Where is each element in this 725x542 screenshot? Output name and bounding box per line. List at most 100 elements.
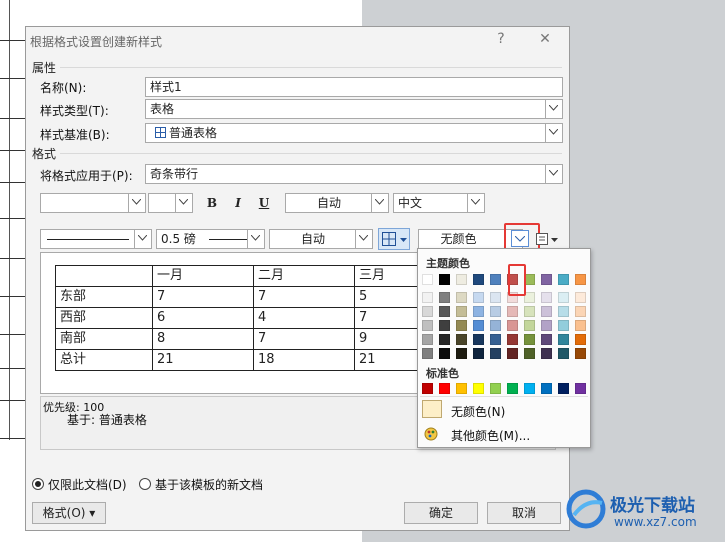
- standard-color-swatch[interactable]: [490, 383, 501, 394]
- chevron-down-icon[interactable]: [371, 194, 388, 212]
- standard-color-swatch[interactable]: [473, 383, 484, 394]
- chevron-down-icon[interactable]: [134, 230, 151, 248]
- font-select[interactable]: [40, 193, 146, 213]
- help-button[interactable]: ?: [490, 29, 512, 49]
- chevron-down-icon[interactable]: [128, 194, 145, 212]
- base-select[interactable]: 普通表格: [145, 123, 563, 143]
- theme-shade-swatch[interactable]: [541, 306, 552, 317]
- theme-shade-swatch[interactable]: [524, 348, 535, 359]
- theme-shade-swatch[interactable]: [507, 334, 518, 345]
- border-width-select[interactable]: 0.5 磅: [156, 229, 265, 249]
- radio-this-document-label[interactable]: 仅限此文档(D): [48, 476, 127, 493]
- standard-color-swatch[interactable]: [541, 383, 552, 394]
- close-button[interactable]: ✕: [534, 29, 556, 49]
- standard-color-swatch[interactable]: [575, 383, 586, 394]
- theme-shade-swatch[interactable]: [473, 306, 484, 317]
- more-colors-option[interactable]: 其他颜色(M)...: [451, 427, 530, 444]
- theme-shade-swatch[interactable]: [524, 334, 535, 345]
- shading-dropdown-button[interactable]: [511, 230, 529, 247]
- chevron-down-icon[interactable]: [175, 194, 192, 212]
- underline-button[interactable]: U: [254, 193, 274, 213]
- theme-shade-swatch[interactable]: [541, 334, 552, 345]
- theme-color-swatch[interactable]: [422, 274, 433, 285]
- theme-shade-swatch[interactable]: [575, 348, 586, 359]
- theme-shade-swatch[interactable]: [473, 320, 484, 331]
- chevron-down-icon[interactable]: [467, 194, 484, 212]
- theme-shade-swatch[interactable]: [558, 306, 569, 317]
- standard-color-swatch[interactable]: [439, 383, 450, 394]
- theme-shade-swatch[interactable]: [524, 306, 535, 317]
- theme-color-swatch[interactable]: [456, 274, 467, 285]
- language-select[interactable]: 中文: [393, 193, 485, 213]
- theme-shade-swatch[interactable]: [439, 334, 450, 345]
- theme-color-swatch[interactable]: [439, 274, 450, 285]
- theme-color-swatch[interactable]: [490, 274, 501, 285]
- standard-color-swatch[interactable]: [456, 383, 467, 394]
- theme-shade-swatch[interactable]: [473, 334, 484, 345]
- theme-shade-swatch[interactable]: [507, 306, 518, 317]
- type-select[interactable]: 表格: [145, 99, 563, 119]
- name-input[interactable]: 样式1: [145, 77, 563, 97]
- font-size-select[interactable]: [148, 193, 193, 213]
- radio-this-document[interactable]: [32, 478, 44, 490]
- theme-shade-swatch[interactable]: [439, 320, 450, 331]
- theme-shade-swatch[interactable]: [507, 348, 518, 359]
- theme-shade-swatch[interactable]: [524, 320, 535, 331]
- theme-shade-swatch[interactable]: [490, 348, 501, 359]
- theme-shade-swatch[interactable]: [575, 334, 586, 345]
- no-color-swatch[interactable]: [422, 400, 442, 418]
- radio-template-label[interactable]: 基于该模板的新文档: [155, 476, 263, 493]
- ok-button[interactable]: 确定: [404, 502, 478, 524]
- theme-shade-swatch[interactable]: [541, 292, 552, 303]
- theme-shade-swatch[interactable]: [490, 292, 501, 303]
- theme-shade-swatch[interactable]: [456, 348, 467, 359]
- chevron-down-icon[interactable]: [247, 230, 264, 248]
- italic-button[interactable]: I: [228, 193, 248, 213]
- font-color-select[interactable]: 自动: [285, 193, 389, 213]
- theme-color-swatch[interactable]: [558, 274, 569, 285]
- theme-shade-swatch[interactable]: [439, 306, 450, 317]
- theme-shade-swatch[interactable]: [490, 334, 501, 345]
- theme-shade-swatch[interactable]: [507, 320, 518, 331]
- theme-shade-swatch[interactable]: [422, 320, 433, 331]
- theme-shade-swatch[interactable]: [558, 334, 569, 345]
- bold-button[interactable]: B: [202, 193, 222, 213]
- format-menu-button[interactable]: 格式(O) ▾: [32, 502, 106, 524]
- theme-shade-swatch[interactable]: [456, 292, 467, 303]
- theme-shade-swatch[interactable]: [541, 348, 552, 359]
- radio-template[interactable]: [139, 478, 151, 490]
- theme-shade-swatch[interactable]: [490, 306, 501, 317]
- theme-shade-swatch[interactable]: [575, 306, 586, 317]
- standard-color-swatch[interactable]: [524, 383, 535, 394]
- apply-select[interactable]: 奇条带行: [145, 164, 563, 184]
- theme-shade-swatch[interactable]: [575, 292, 586, 303]
- theme-color-swatch[interactable]: [473, 274, 484, 285]
- theme-shade-swatch[interactable]: [558, 348, 569, 359]
- theme-color-swatch[interactable]: [541, 274, 552, 285]
- standard-color-swatch[interactable]: [422, 383, 433, 394]
- standard-color-swatch[interactable]: [558, 383, 569, 394]
- align-button[interactable]: [534, 230, 564, 248]
- theme-shade-swatch[interactable]: [456, 334, 467, 345]
- theme-shade-swatch[interactable]: [422, 292, 433, 303]
- border-color-select[interactable]: 自动: [269, 229, 373, 249]
- theme-shade-swatch[interactable]: [439, 348, 450, 359]
- theme-shade-swatch[interactable]: [422, 306, 433, 317]
- theme-shade-swatch[interactable]: [456, 306, 467, 317]
- theme-shade-swatch[interactable]: [541, 320, 552, 331]
- theme-shade-swatch[interactable]: [558, 292, 569, 303]
- theme-shade-swatch[interactable]: [422, 334, 433, 345]
- theme-shade-swatch[interactable]: [575, 320, 586, 331]
- chevron-down-icon[interactable]: [545, 100, 562, 118]
- theme-shade-swatch[interactable]: [422, 348, 433, 359]
- theme-shade-swatch[interactable]: [473, 348, 484, 359]
- standard-color-swatch[interactable]: [507, 383, 518, 394]
- border-style-select[interactable]: [40, 229, 152, 249]
- chevron-down-icon[interactable]: [355, 230, 372, 248]
- theme-shade-swatch[interactable]: [558, 320, 569, 331]
- chevron-down-icon[interactable]: [545, 124, 562, 142]
- theme-shade-swatch[interactable]: [456, 320, 467, 331]
- theme-shade-swatch[interactable]: [439, 292, 450, 303]
- theme-color-swatch[interactable]: [575, 274, 586, 285]
- no-color-option[interactable]: 无颜色(N): [451, 403, 505, 420]
